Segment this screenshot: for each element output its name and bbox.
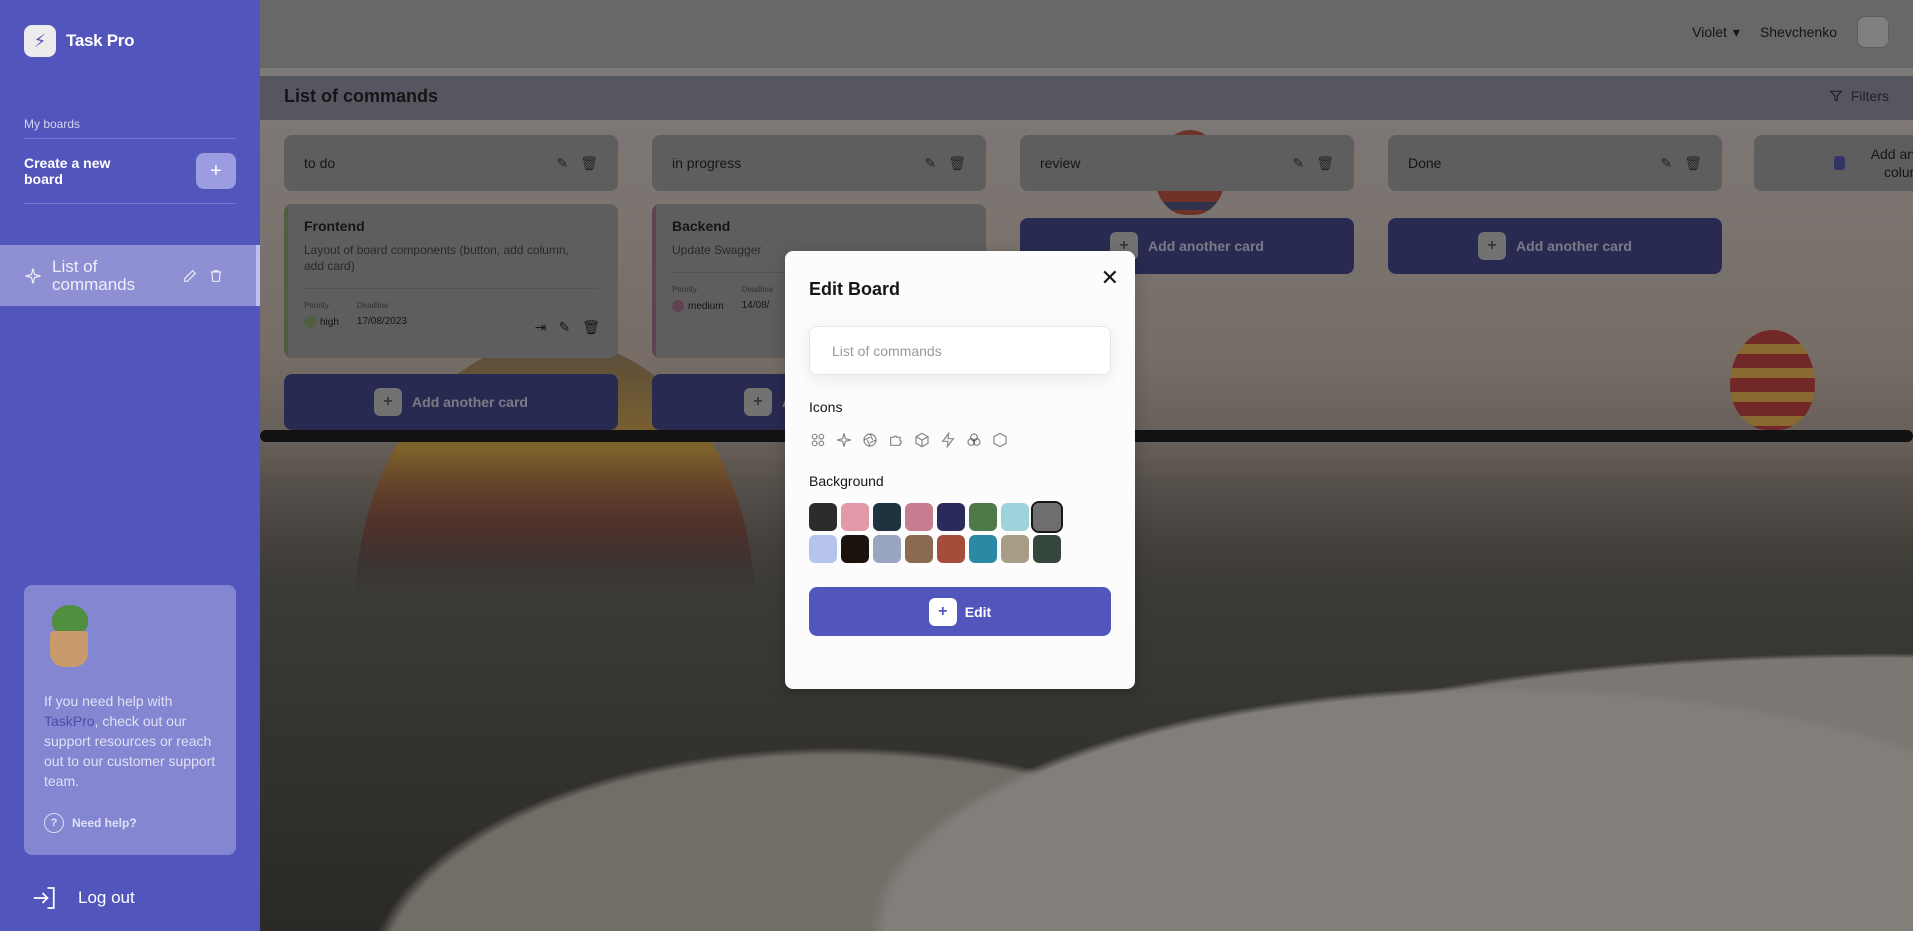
app-name: Task Pro: [66, 31, 135, 50]
sidebar-board-title: List of commands: [52, 256, 136, 294]
help-text: If you need help with TaskPro, check out…: [44, 693, 216, 789]
background-option-blossom[interactable]: [841, 503, 869, 531]
sidebar-item-list-of-commands[interactable]: List of commands: [0, 245, 260, 306]
four-circles-icon[interactable]: [809, 431, 827, 449]
brand-link[interactable]: TaskPro: [44, 713, 95, 729]
aperture-icon[interactable]: [861, 431, 879, 449]
logout-button[interactable]: Log out: [30, 883, 135, 913]
lightning-icon[interactable]: [939, 431, 957, 449]
background-option-balloon-sky[interactable]: [873, 535, 901, 563]
create-board-button[interactable]: +: [196, 153, 236, 189]
create-board-label: Create a new board: [24, 155, 111, 187]
background-option-bubble[interactable]: [809, 535, 837, 563]
need-help-label: Need help?: [72, 816, 137, 830]
board-title-input[interactable]: [809, 326, 1111, 375]
puzzle-icon[interactable]: [887, 431, 905, 449]
logo[interactable]: ⚡ Task Pro: [24, 25, 134, 57]
background-option-storm[interactable]: [1031, 501, 1063, 533]
background-option-night-trees[interactable]: [873, 503, 901, 531]
sparkle-icon: [25, 267, 41, 284]
background-option-night-sky[interactable]: [1033, 535, 1061, 563]
background-option-pink-tree[interactable]: [905, 503, 933, 531]
edit-submit-label: Edit: [964, 603, 992, 620]
background-picker: [809, 501, 1111, 563]
edit-board-modal: ✕ Edit Board Icons Background + Edit: [785, 251, 1135, 689]
background-option-eclipse[interactable]: [841, 535, 869, 563]
logout-icon: [33, 887, 55, 909]
close-icon[interactable]: ✕: [1101, 265, 1119, 291]
background-label: Background: [809, 473, 884, 489]
my-boards-label: My boards: [24, 117, 81, 131]
help-card: If you need help with TaskPro, check out…: [24, 585, 236, 855]
trash-icon[interactable]: [208, 268, 224, 284]
sparkle-icon[interactable]: [835, 431, 853, 449]
edit-submit-button[interactable]: + Edit: [809, 587, 1111, 636]
hexagon-icon[interactable]: [991, 431, 1009, 449]
lightning-icon: ⚡: [24, 25, 56, 57]
cube-icon[interactable]: [913, 431, 931, 449]
create-board-row: Create a new board +: [24, 138, 236, 204]
pencil-icon[interactable]: [182, 268, 198, 284]
background-option-palm-leaves[interactable]: [969, 503, 997, 531]
need-help-button[interactable]: ? Need help?: [44, 813, 216, 833]
colors-icon[interactable]: [965, 431, 983, 449]
background-option-clouds[interactable]: [1001, 503, 1029, 531]
modal-title: Edit Board: [809, 279, 901, 299]
background-option-none[interactable]: [809, 503, 837, 531]
background-option-rocks[interactable]: [905, 535, 933, 563]
icons-picker: [809, 431, 1111, 449]
logout-label: Log out: [78, 888, 135, 907]
background-option-moon-sky[interactable]: [937, 503, 965, 531]
cactus-illustration: [44, 605, 94, 669]
sidebar: ⚡ Task Pro My boards Create a new board …: [0, 0, 260, 931]
plus-icon: +: [928, 597, 957, 626]
background-option-sunset[interactable]: [937, 535, 965, 563]
icons-label: Icons: [809, 399, 843, 415]
background-option-sea[interactable]: [969, 535, 997, 563]
help-circle-icon: ?: [44, 813, 64, 833]
background-option-balloons[interactable]: [1001, 535, 1029, 563]
